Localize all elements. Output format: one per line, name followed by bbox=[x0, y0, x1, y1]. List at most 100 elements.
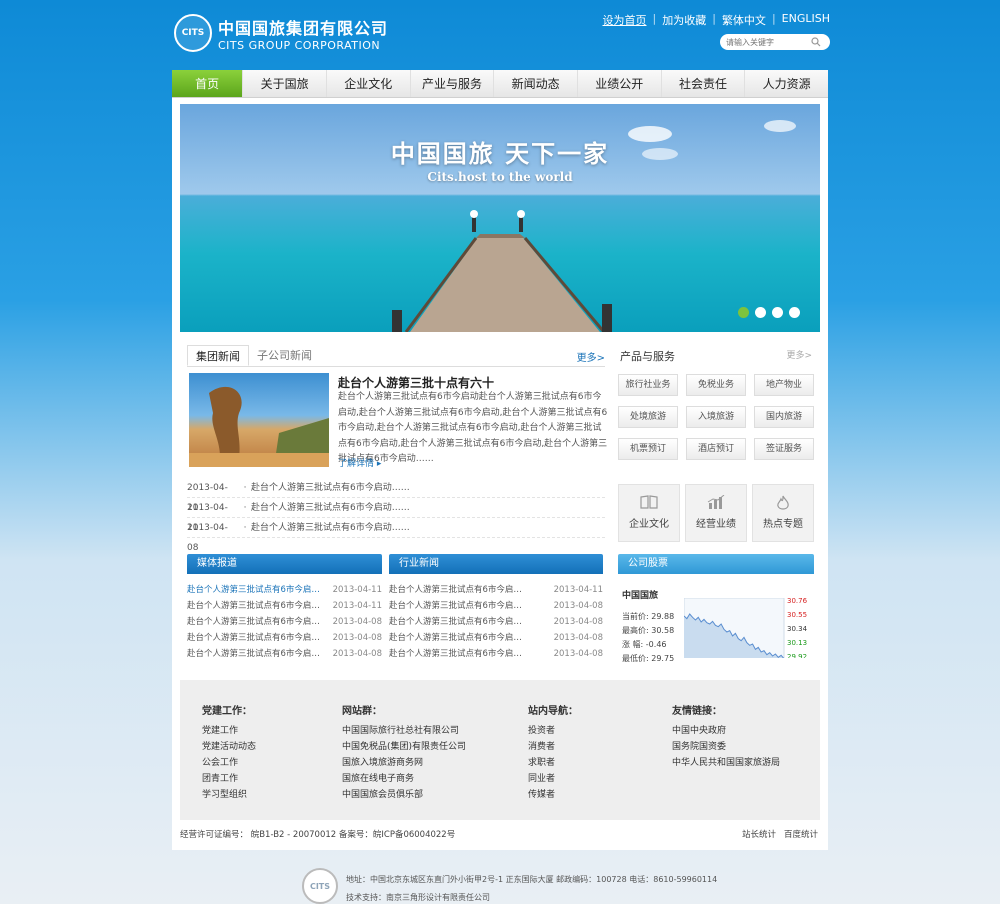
footer-link[interactable]: 党建活动动态 bbox=[202, 739, 256, 755]
featured-news-image[interactable] bbox=[189, 373, 329, 467]
quick-link-culture[interactable]: 企业文化 bbox=[618, 484, 680, 542]
search-input[interactable] bbox=[726, 37, 811, 47]
product-button[interactable]: 签证服务 bbox=[754, 438, 814, 460]
featured-news-title[interactable]: 赴台个人游第三批十点有六十 bbox=[338, 374, 494, 391]
price-scale-label: 30.76 bbox=[787, 598, 808, 605]
footer-link[interactable]: 党建工作 bbox=[202, 723, 256, 739]
list-item[interactable]: 赴台个人游第三批试点有6市今启… 2013-04-08 bbox=[389, 614, 603, 630]
list-item[interactable]: 赴台个人游第三批试点有6市今启… 2013-04-11 bbox=[187, 598, 382, 614]
list-item[interactable]: 2013-04-11 · 赴台个人游第三批试点有6市今启动…… bbox=[187, 498, 605, 533]
footer-link[interactable]: 国旅在线电子商务 bbox=[342, 771, 466, 787]
carousel-dot-1[interactable] bbox=[738, 307, 749, 318]
nav-performance[interactable]: 业绩公开 bbox=[578, 70, 662, 97]
product-button[interactable]: 免税业务 bbox=[686, 374, 746, 396]
tab-subsidiary-news[interactable]: 子公司新闻 bbox=[249, 345, 320, 366]
logo[interactable]: CITS 中国国旅集团有限公司 CITS GROUP CORPORATION bbox=[174, 14, 388, 52]
industry-item-title[interactable]: 赴台个人游第三批试点有6市今启… bbox=[389, 582, 529, 598]
media-item-title[interactable]: 赴台个人游第三批试点有6市今启… bbox=[187, 598, 327, 614]
footer-col-heading: 党建工作： bbox=[202, 706, 252, 717]
carousel-dot-2[interactable] bbox=[755, 307, 766, 318]
products-title: 产品与服务 bbox=[620, 350, 675, 363]
carousel-dot-3[interactable] bbox=[772, 307, 783, 318]
list-item[interactable]: 2013-04-08 · 赴台个人游第三批试点有6市今启动…… bbox=[187, 518, 605, 553]
product-button[interactable]: 入境旅游 bbox=[686, 406, 746, 428]
product-button[interactable]: 机票预订 bbox=[618, 438, 678, 460]
footer-link[interactable]: 中华人民共和国国家旅游局 bbox=[672, 755, 780, 771]
nav-culture[interactable]: 企业文化 bbox=[327, 70, 411, 97]
news-title[interactable]: 赴台个人游第三批试点有6市今启动…… bbox=[251, 498, 410, 517]
list-item[interactable]: 赴台个人游第三批试点有6市今启… 2013-04-11 bbox=[187, 582, 382, 598]
media-item-title[interactable]: 赴台个人游第三批试点有6市今启… bbox=[187, 582, 327, 598]
footer-link[interactable]: 国旅入境旅游商务网 bbox=[342, 755, 466, 771]
set-homepage-link[interactable]: 设为首页 bbox=[603, 12, 647, 28]
news-more-link[interactable]: 更多> bbox=[577, 349, 605, 364]
list-item[interactable]: 赴台个人游第三批试点有6市今启… 2013-04-08 bbox=[389, 630, 603, 646]
industry-item-title[interactable]: 赴台个人游第三批试点有6市今启… bbox=[389, 630, 529, 646]
industry-item-title[interactable]: 赴台个人游第三批试点有6市今启… bbox=[389, 646, 529, 662]
traditional-chinese-link[interactable]: 繁体中文 bbox=[722, 12, 766, 28]
stock-title[interactable]: 公司股票 bbox=[618, 554, 814, 574]
quick-link-topics[interactable]: 热点专题 bbox=[752, 484, 814, 542]
logo-en: CITS GROUP CORPORATION bbox=[218, 38, 381, 52]
stock-high-value: 30.58 bbox=[651, 626, 675, 635]
footer-link[interactable]: 中国国际旅行社总社有限公司 bbox=[342, 723, 466, 739]
list-item[interactable]: 赴台个人游第三批试点有6市今启… 2013-04-08 bbox=[389, 598, 603, 614]
footer-link[interactable]: 投资者 bbox=[528, 723, 578, 739]
footer-link[interactable]: 同业者 bbox=[528, 771, 578, 787]
quick-link-performance[interactable]: 经营业绩 bbox=[685, 484, 747, 542]
list-item[interactable]: 赴台个人游第三批试点有6市今启… 2013-04-08 bbox=[187, 630, 382, 646]
product-button[interactable]: 酒店预订 bbox=[686, 438, 746, 460]
footer-link[interactable]: 传媒者 bbox=[528, 787, 578, 803]
list-item[interactable]: 赴台个人游第三批试点有6市今启… 2013-04-08 bbox=[187, 614, 382, 630]
footer-col-site-nav: 站内导航： 投资者 消费者 求职者 同业者 传媒者 bbox=[528, 702, 578, 803]
media-item-title[interactable]: 赴台个人游第三批试点有6市今启… bbox=[187, 646, 327, 662]
product-button[interactable]: 地产物业 bbox=[754, 374, 814, 396]
footer-link[interactable]: 团青工作 bbox=[202, 771, 256, 787]
featured-read-more-link[interactable]: 了解详情 ▸ bbox=[338, 456, 381, 469]
tab-group-news[interactable]: 集团新闻 bbox=[187, 345, 249, 366]
list-item[interactable]: 赴台个人游第三批试点有6市今启… 2013-04-11 bbox=[389, 582, 603, 598]
footer-link[interactable]: 中国免税品(集团)有限责任公司 bbox=[342, 739, 466, 755]
footer-link[interactable]: 中国国旅会员俱乐部 bbox=[342, 787, 466, 803]
stock-current-value: 29.88 bbox=[651, 612, 675, 621]
footer-link[interactable]: 国务院国资委 bbox=[672, 739, 780, 755]
carousel-dot-4[interactable] bbox=[789, 307, 800, 318]
stats-link[interactable]: 百度统计 bbox=[784, 828, 818, 840]
nav-news[interactable]: 新闻动态 bbox=[494, 70, 578, 97]
footer-col-heading: 友情链接： bbox=[672, 706, 722, 717]
search-icon[interactable] bbox=[811, 37, 821, 47]
products-more-link[interactable]: 更多> bbox=[786, 348, 812, 361]
product-button[interactable]: 旅行社业务 bbox=[618, 374, 678, 396]
footer-link[interactable]: 公会工作 bbox=[202, 755, 256, 771]
media-reports-title[interactable]: 媒体报道 bbox=[187, 554, 382, 574]
footer-link[interactable]: 求职者 bbox=[528, 755, 578, 771]
bullet: · bbox=[243, 483, 247, 493]
footer-col-sites: 网站群： 中国国际旅行社总社有限公司 中国免税品(集团)有限责任公司 国旅入境旅… bbox=[342, 702, 466, 803]
industry-item-title[interactable]: 赴台个人游第三批试点有6市今启… bbox=[389, 598, 529, 614]
nav-home[interactable]: 首页 bbox=[172, 70, 244, 97]
list-item[interactable]: 赴台个人游第三批试点有6市今启… 2013-04-08 bbox=[389, 646, 603, 662]
list-item[interactable]: 2013-04-11 · 赴台个人游第三批试点有6市今启动…… bbox=[187, 478, 605, 513]
add-favorite-link[interactable]: 加为收藏 bbox=[662, 12, 706, 28]
stock-chart[interactable]: 30.76 30.55 30.34 30.13 29.92 bbox=[684, 598, 810, 658]
nav-hr[interactable]: 人力资源 bbox=[745, 70, 828, 97]
english-link[interactable]: ENGLISH bbox=[782, 12, 830, 28]
footer-link[interactable]: 中国中央政府 bbox=[672, 723, 780, 739]
stats-link[interactable]: 站长统计 bbox=[742, 828, 776, 840]
product-button[interactable]: 处境旅游 bbox=[618, 406, 678, 428]
media-item-title[interactable]: 赴台个人游第三批试点有6市今启… bbox=[187, 614, 327, 630]
footer-link[interactable]: 消费者 bbox=[528, 739, 578, 755]
banner[interactable]: 中国国旅 天下一家 Cits.host to the world bbox=[180, 104, 820, 332]
product-button[interactable]: 国内旅游 bbox=[754, 406, 814, 428]
industry-news-title[interactable]: 行业新闻 bbox=[389, 554, 603, 574]
divider: | bbox=[652, 12, 657, 25]
industry-item-title[interactable]: 赴台个人游第三批试点有6市今启… bbox=[389, 614, 529, 630]
nav-about[interactable]: 关于国旅 bbox=[243, 70, 327, 97]
media-item-title[interactable]: 赴台个人游第三批试点有6市今启… bbox=[187, 630, 327, 646]
footer-link[interactable]: 学习型组织 bbox=[202, 787, 256, 803]
news-title[interactable]: 赴台个人游第三批试点有6市今启动…… bbox=[251, 518, 410, 537]
nav-social-responsibility[interactable]: 社会责任 bbox=[662, 70, 746, 97]
list-item[interactable]: 赴台个人游第三批试点有6市今启… 2013-04-08 bbox=[187, 646, 382, 662]
news-title[interactable]: 赴台个人游第三批试点有6市今启动…… bbox=[251, 478, 410, 497]
nav-industry-services[interactable]: 产业与服务 bbox=[411, 70, 495, 97]
